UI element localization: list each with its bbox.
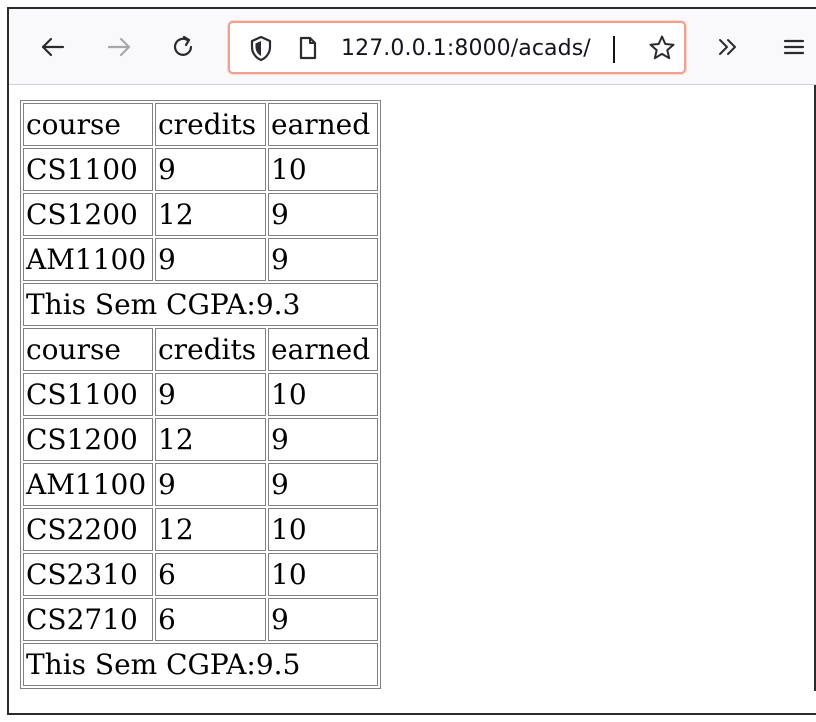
text-caret — [613, 36, 615, 63]
credits-cell: 9 — [155, 463, 266, 506]
credits-cell: 9 — [155, 148, 266, 191]
reload-icon — [173, 35, 193, 56]
credits-cell: 6 — [155, 553, 266, 596]
course-cell: CS2310 — [23, 553, 153, 596]
earned-cell: 10 — [268, 553, 378, 596]
course-cell: CS2200 — [23, 508, 153, 551]
earned-cell: 9 — [268, 418, 378, 461]
credits-cell: 12 — [155, 508, 266, 551]
credits-cell: 9 — [155, 373, 266, 416]
header-course: course — [23, 328, 153, 371]
table-header-row: course credits earned — [23, 103, 378, 146]
earned-cell: 9 — [268, 463, 378, 506]
browser-window: 127.0.0.1:8000/acads/ course credits ear… — [7, 7, 816, 715]
course-cell: AM1100 — [23, 463, 153, 506]
url-bar[interactable]: 127.0.0.1:8000/acads/ — [228, 21, 686, 74]
cgpa-row: This Sem CGPA:9.3 — [23, 283, 378, 326]
table-row: CS1200 12 9 — [23, 418, 378, 461]
credits-cell: 12 — [155, 193, 266, 236]
cgpa-cell: This Sem CGPA:9.3 — [23, 283, 378, 326]
menu-button[interactable] — [777, 30, 811, 64]
hamburger-menu-icon — [783, 39, 805, 55]
reload-button[interactable] — [166, 30, 200, 64]
page-content: course credits earned CS1100 9 10 CS1200… — [9, 85, 816, 713]
table-row: CS1100 9 10 — [23, 373, 378, 416]
header-credits: credits — [155, 328, 266, 371]
course-cell: CS1200 — [23, 418, 153, 461]
earned-cell: 9 — [268, 193, 378, 236]
header-course: course — [23, 103, 153, 146]
table-row: AM1100 9 9 — [23, 463, 378, 506]
table-row: CS1100 9 10 — [23, 148, 378, 191]
overflow-chevron-icon — [719, 39, 736, 55]
table-row: CS2710 6 9 — [23, 598, 378, 641]
grades-table: course credits earned CS1100 9 10 CS1200… — [20, 100, 381, 689]
table-row: CS2200 12 10 — [23, 508, 378, 551]
back-button[interactable] — [36, 30, 70, 64]
credits-cell: 12 — [155, 418, 266, 461]
course-cell: CS1100 — [23, 148, 153, 191]
table-row: CS1200 12 9 — [23, 193, 378, 236]
course-cell: CS2710 — [23, 598, 153, 641]
page-icon[interactable] — [298, 36, 318, 60]
earned-cell: 9 — [268, 598, 378, 641]
back-arrow-icon — [41, 37, 65, 57]
course-cell: AM1100 — [23, 238, 153, 281]
credits-cell: 6 — [155, 598, 266, 641]
earned-cell: 10 — [268, 148, 378, 191]
forward-button[interactable] — [102, 30, 136, 64]
credits-cell: 9 — [155, 238, 266, 281]
earned-cell: 10 — [268, 508, 378, 551]
table-row: CS2310 6 10 — [23, 553, 378, 596]
url-text[interactable]: 127.0.0.1:8000/acads/ — [341, 36, 591, 61]
shield-icon[interactable] — [249, 35, 273, 62]
earned-cell: 9 — [268, 238, 378, 281]
cgpa-cell: This Sem CGPA:9.5 — [23, 643, 378, 686]
table-header-row: course credits earned — [23, 328, 378, 371]
overflow-button[interactable] — [711, 30, 745, 64]
header-earned: earned — [268, 328, 378, 371]
header-earned: earned — [268, 103, 378, 146]
star-icon[interactable] — [648, 34, 676, 62]
browser-toolbar: 127.0.0.1:8000/acads/ — [9, 9, 816, 85]
earned-cell: 10 — [268, 373, 378, 416]
forward-arrow-icon — [107, 37, 131, 57]
header-credits: credits — [155, 103, 266, 146]
course-cell: CS1100 — [23, 373, 153, 416]
course-cell: CS1200 — [23, 193, 153, 236]
table-row: AM1100 9 9 — [23, 238, 378, 281]
cgpa-row: This Sem CGPA:9.5 — [23, 643, 378, 686]
